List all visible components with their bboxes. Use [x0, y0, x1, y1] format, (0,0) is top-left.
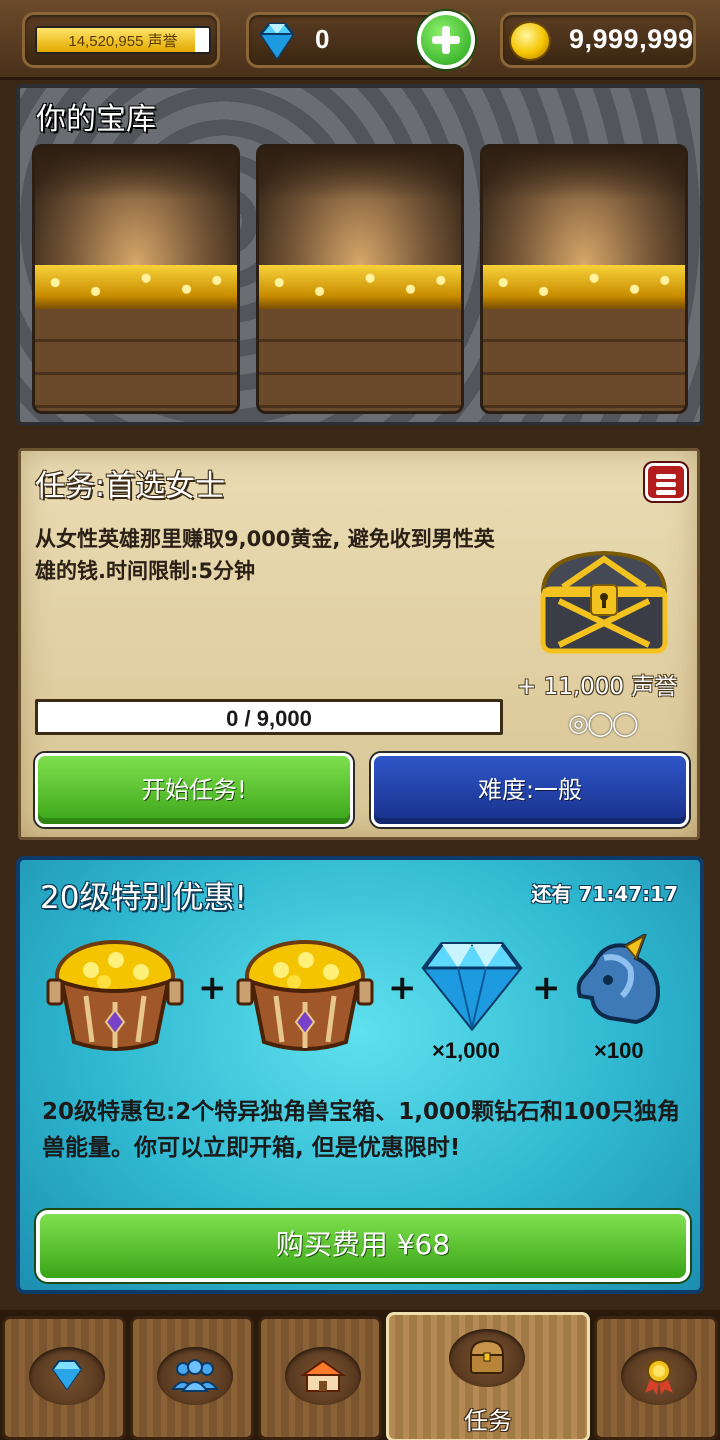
gem-pill[interactable]: 0 [246, 11, 475, 69]
unicorn-chest-icon [46, 930, 184, 1064]
reputation-bar: 14,520,955 声誉 [35, 26, 211, 54]
diamond-icon [51, 1360, 83, 1391]
reputation-label: 14,520,955 声誉 [68, 33, 178, 50]
vault-panel: 你的宝库 [16, 84, 704, 426]
tab-heroes[interactable] [130, 1316, 254, 1440]
buildings-icon [299, 1359, 347, 1392]
heroes-icon [171, 1359, 219, 1392]
difficulty-button[interactable]: 难度:一般 [371, 753, 689, 827]
gold-pill[interactable]: 9,999,999 [500, 12, 696, 68]
menu-button[interactable] [645, 463, 687, 501]
top-bar: 14,520,955 声誉 0 9,999,999 [0, 0, 720, 80]
difficulty-stars: ◎◯◯ [568, 709, 639, 737]
offer-title: 20级特别优惠! [40, 880, 247, 916]
vault-slot[interactable] [32, 144, 240, 414]
unicorn-chest-icon [236, 930, 374, 1064]
tab-buildings[interactable] [258, 1316, 382, 1440]
medal-icon [645, 1359, 673, 1395]
vault-slot[interactable] [256, 144, 464, 414]
gem-count: 0 [315, 24, 330, 54]
plus-sign: + [388, 968, 417, 1008]
diamond-icon [255, 18, 299, 62]
diamond-icon [418, 938, 526, 1036]
special-offer-panel: 20级特别优惠! 还有 71:47:17 + + ×1,000 + ×100 2… [16, 856, 704, 1294]
diamond-quantity: ×1,000 [432, 1038, 500, 1063]
vault-slot[interactable] [480, 144, 688, 414]
start-quest-button[interactable]: 开始任务! [35, 753, 353, 827]
quest-panel: 任务:首选女士 从女性英雄那里赚取9,000黄金, 避免收到男性英雄的钱.时间限… [18, 448, 700, 840]
tab-shop[interactable] [2, 1316, 126, 1440]
treasure-chest-icon [529, 541, 679, 661]
offer-timer: 还有 71:47:17 [531, 882, 678, 906]
progress-text: 0 / 9,000 [226, 706, 312, 731]
plus-sign: + [532, 968, 561, 1008]
unicorn-quantity: ×100 [594, 1038, 644, 1063]
plus-sign: + [198, 968, 227, 1008]
gold-count: 9,999,999 [569, 24, 694, 54]
vault-title: 你的宝库 [36, 102, 156, 137]
reputation-pill[interactable]: 14,520,955 声誉 [22, 12, 220, 68]
add-gems-button[interactable] [417, 11, 475, 69]
tab-quests[interactable]: 任务 [386, 1312, 590, 1440]
gold-pile-image [259, 265, 461, 309]
gold-pile-image [483, 265, 685, 309]
tab-achievements[interactable] [594, 1316, 718, 1440]
quest-description: 从女性英雄那里赚取9,000黄金, 避免收到男性英雄的钱.时间限制:5分钟 [35, 527, 495, 583]
gold-coin-icon [509, 21, 551, 61]
reward-reputation: + 11,000 声誉 [517, 674, 678, 700]
bottom-nav: 任务 [0, 1310, 720, 1440]
quest-progress-bar: 0 / 9,000 [35, 699, 503, 735]
buy-button[interactable]: 购买费用 ¥68 [36, 1210, 690, 1282]
chest-icon [469, 1339, 505, 1374]
offer-description: 20级特惠包:2个特异独角兽宝箱、1,000颗钻石和100只独角兽能量。你可以立… [42, 1099, 680, 1161]
gold-pile-image [35, 265, 237, 309]
tab-quests-label: 任务 [464, 1407, 512, 1435]
quest-title: 任务:首选女士 [35, 469, 226, 504]
unicorn-icon [574, 931, 664, 1038]
